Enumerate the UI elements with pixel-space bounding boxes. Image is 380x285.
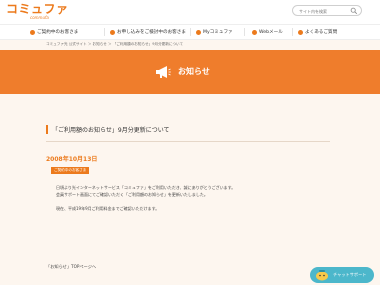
nav-item-label: Webメール xyxy=(259,30,283,35)
nav-divider xyxy=(190,28,191,36)
chat-support-label: チャットサポート xyxy=(333,272,367,277)
nav-item-contracted[interactable]: ご契約中のお客さま xyxy=(30,25,78,39)
page-title: お知らせ xyxy=(178,67,210,76)
news-top-link[interactable]: 「お知らせ」TOPページへ xyxy=(46,264,96,270)
article-date: 2008年10月13日 xyxy=(46,156,98,163)
megaphone-icon xyxy=(156,66,171,78)
orange-dot-icon xyxy=(110,29,115,35)
nav-divider xyxy=(104,28,105,36)
nav-item-label: ご契約中のお客さま xyxy=(37,30,79,35)
nav-divider xyxy=(244,28,245,36)
commufa-logo[interactable]: コミュファ commufa xyxy=(6,2,69,20)
category-badge: ご契約中のお客さま xyxy=(51,167,90,174)
heart-icon xyxy=(196,29,201,35)
nav-item-considering[interactable]: お申し込みをご検討中のお客さま xyxy=(110,25,186,39)
nav-divider xyxy=(292,28,293,36)
site-header: コミュファ commufa xyxy=(0,0,380,24)
article-paragraph: 会員サポート画面にてご確認いただく「ご利用額のお知らせ」を更新いたしました。 xyxy=(56,192,208,197)
nav-item-label: Myコミュファ xyxy=(203,30,233,35)
nav-item-my-commufa[interactable]: Myコミュファ xyxy=(196,25,233,39)
global-nav: ご契約中のお客さま お申し込みをご検討中のお客さま Myコミュファ Webメール… xyxy=(0,24,380,40)
chat-character-icon xyxy=(316,270,328,281)
chat-support-button[interactable]: チャットサポート xyxy=(310,267,374,283)
orange-dot-icon xyxy=(30,29,35,35)
search-icon[interactable] xyxy=(350,7,358,15)
article-title: 「ご利用額のお知らせ」9月分更新について xyxy=(46,125,170,134)
mail-icon xyxy=(252,29,257,35)
nav-item-label: お申し込みをご検討中のお客さま xyxy=(117,30,186,35)
search-box xyxy=(292,5,362,16)
nav-item-faq[interactable]: よくあるご質問 xyxy=(298,25,337,39)
title-divider xyxy=(46,141,330,142)
article-content: 「ご利用額のお知らせ」9月分更新について 2008年10月13日 ご契約中のお客… xyxy=(0,110,380,240)
breadcrumb[interactable]: コミュファ光 公式サイト ＞ お知らせ ＞ 「ご利用額のお知らせ」9月分更新につ… xyxy=(46,42,183,47)
nav-item-label: よくあるご質問 xyxy=(305,30,338,35)
page-banner: お知らせ xyxy=(0,50,380,94)
search-input[interactable] xyxy=(299,7,351,15)
logo-subtext: commufa xyxy=(30,15,49,20)
nav-item-webmail[interactable]: Webメール xyxy=(252,25,283,39)
article-paragraph: 日頃より光インターネットサービス「コミュファ」をご利用いただき、誠にありがとうご… xyxy=(56,185,236,190)
article-paragraph: 現在、平成19年9月ご利用料金までご確認いただけます。 xyxy=(56,206,160,211)
question-icon xyxy=(298,29,303,35)
logo-text: コミュファ xyxy=(6,2,69,16)
